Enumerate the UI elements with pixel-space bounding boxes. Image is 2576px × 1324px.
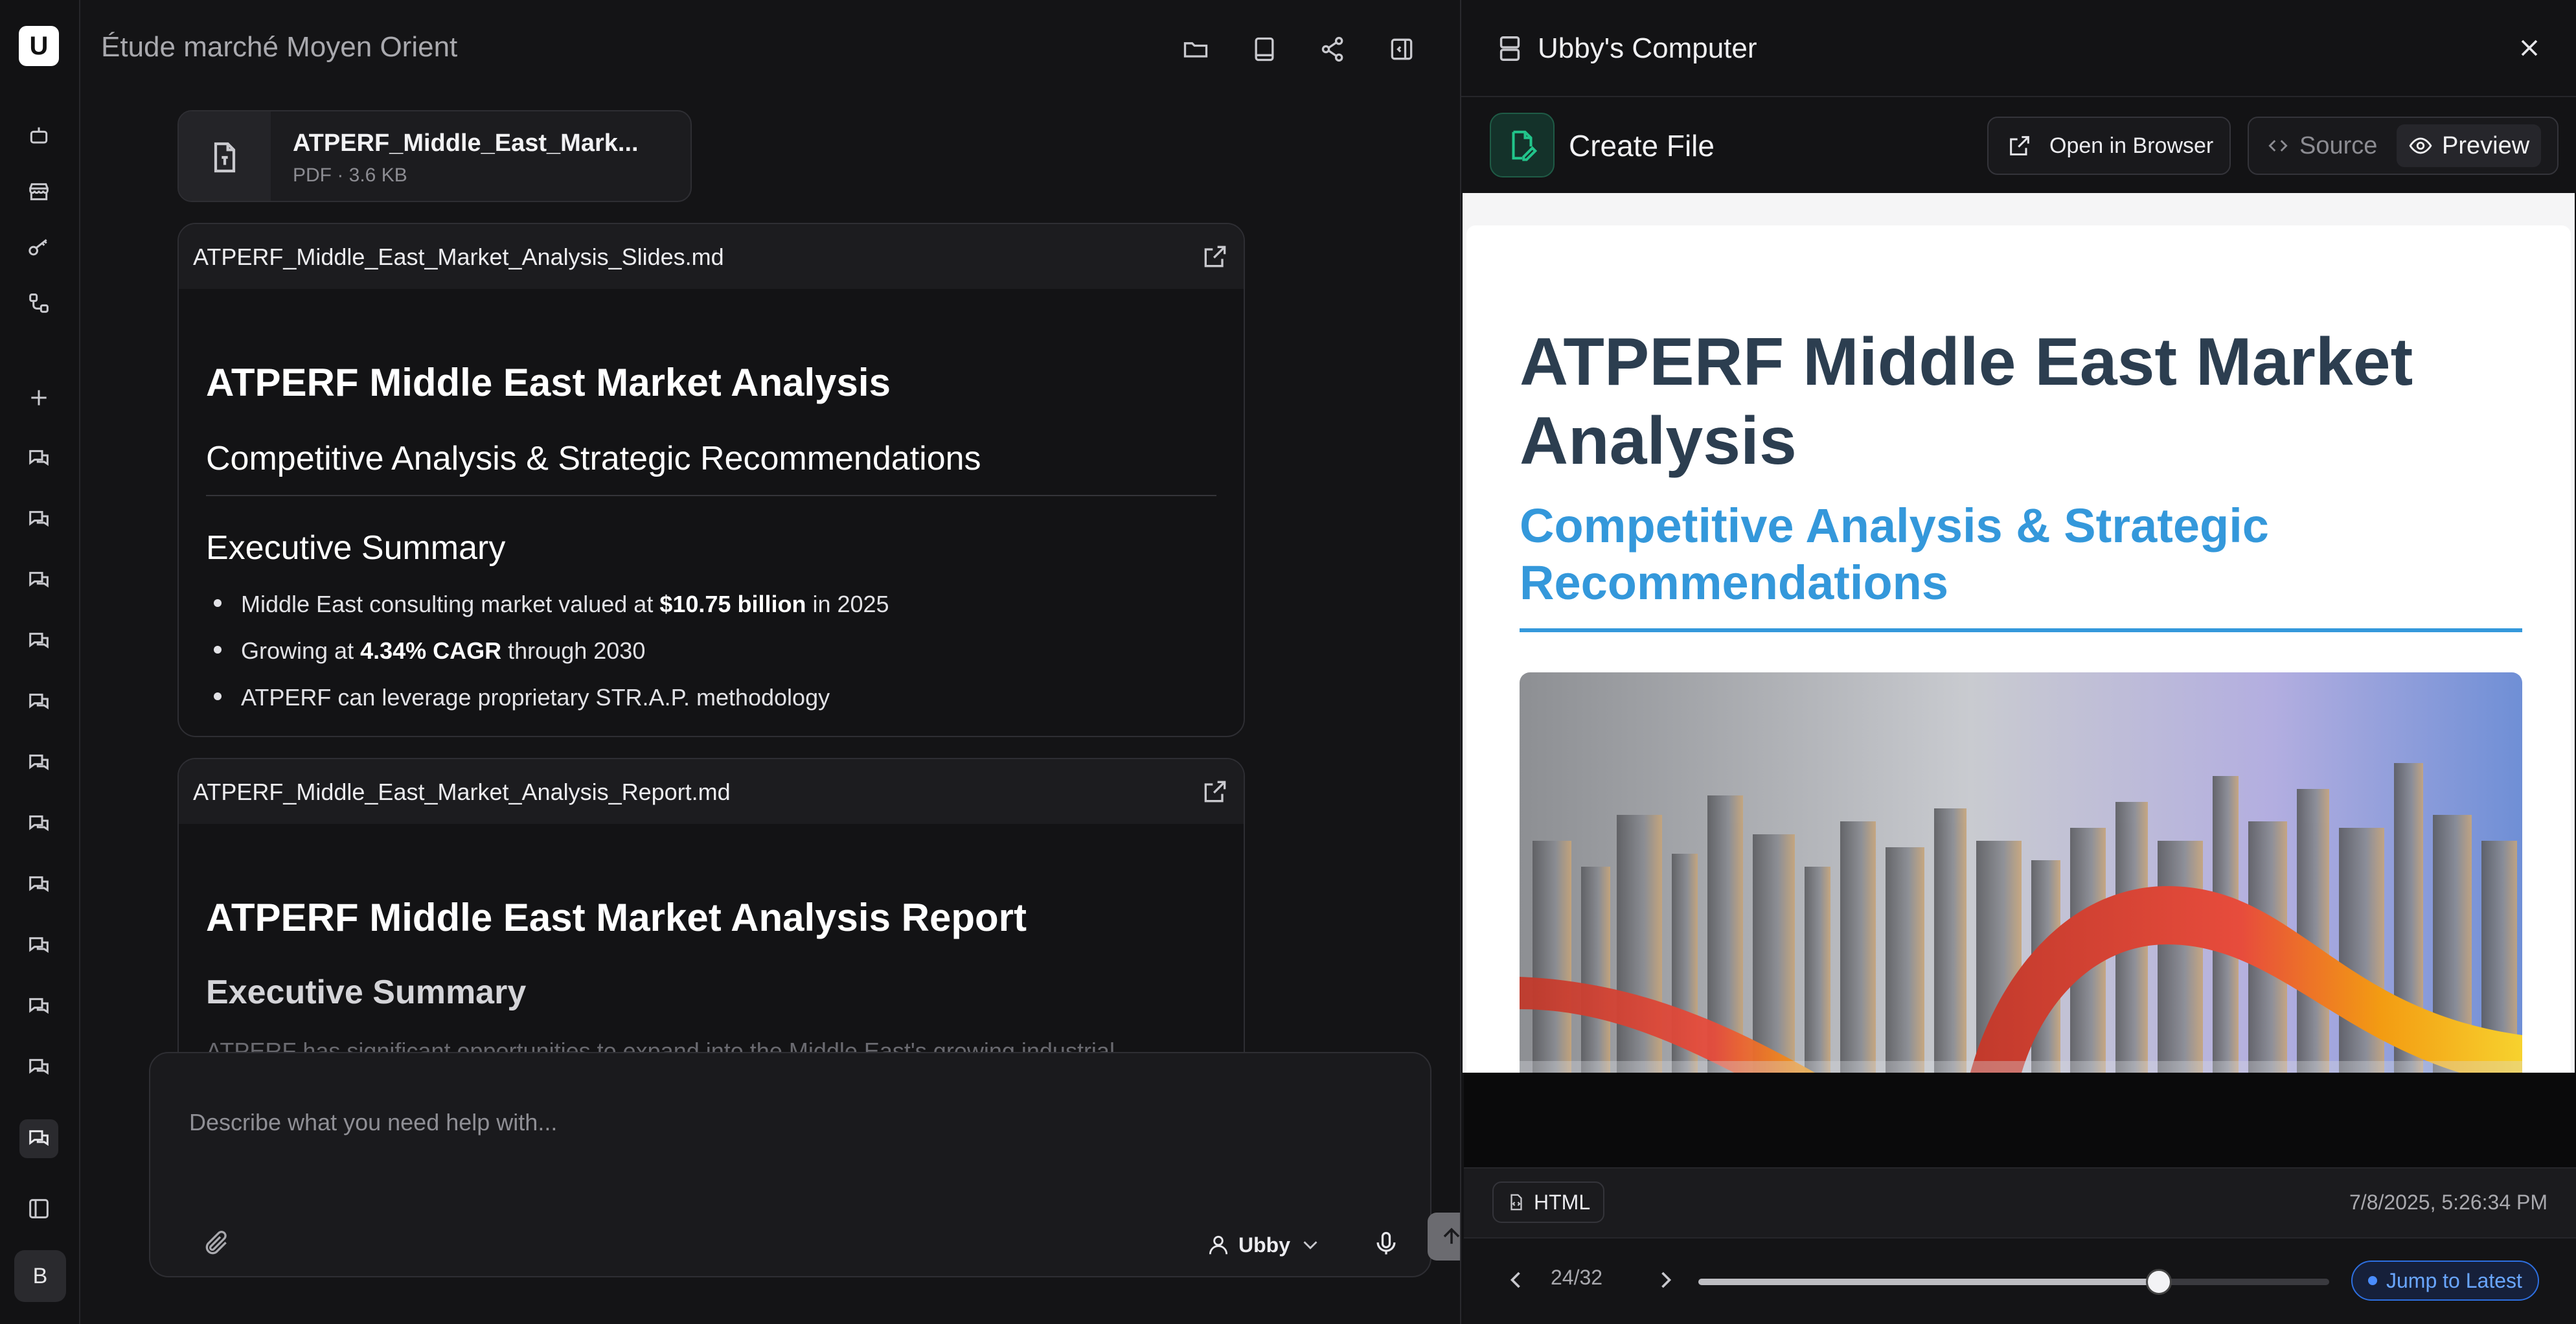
chat-history-icon[interactable] <box>19 865 58 904</box>
report-file-card: ATPERF_Middle_East_Market_Analysis_Repor… <box>177 758 1245 1082</box>
open-in-browser-label: Open in Browser <box>2049 133 2214 158</box>
conversation-title[interactable]: Étude marché Moyen Orient <box>101 31 457 63</box>
store-icon[interactable] <box>19 172 58 211</box>
chat-history-icon[interactable] <box>19 805 58 843</box>
app-logo[interactable]: U <box>19 26 59 66</box>
chat-history-icon[interactable] <box>19 744 58 782</box>
cityscape-image <box>1520 672 2522 1073</box>
file-edit-icon <box>1490 113 1555 177</box>
pdf-file-icon <box>179 111 271 201</box>
card-body: ATPERF Middle East Market Analysis Compe… <box>179 289 1244 736</box>
list-item: Growing at 4.34% CAGR through 2030 <box>214 637 645 665</box>
list-item: Middle East consulting market valued at … <box>214 591 889 618</box>
microphone-icon[interactable] <box>1372 1229 1400 1258</box>
slides-heading: ATPERF Middle East Market Analysis <box>206 361 891 404</box>
chevron-down-icon <box>1303 1241 1317 1250</box>
tab-source[interactable]: Source <box>2254 124 2389 167</box>
computer-icon <box>1499 36 1520 61</box>
tab-source-label: Source <box>2299 131 2378 159</box>
tab-preview-label: Preview <box>2442 131 2530 159</box>
action-label: Create File <box>1569 129 1715 163</box>
report-heading: ATPERF Middle East Market Analysis Repor… <box>206 896 1027 939</box>
jump-label: Jump to Latest <box>2386 1268 2522 1292</box>
agents-icon[interactable] <box>19 117 58 155</box>
book-icon[interactable] <box>1244 29 1285 70</box>
jump-to-latest-button[interactable]: Jump to Latest <box>2351 1261 2539 1301</box>
external-link-icon <box>2010 136 2029 155</box>
paperclip-icon[interactable] <box>202 1229 231 1258</box>
timeline-slider[interactable] <box>1698 1269 2329 1295</box>
open-in-browser-button[interactable]: Open in Browser <box>1987 117 2231 175</box>
panel-header: Ubby's Computer <box>1461 0 2576 97</box>
panel-status-bar: HTML 7/8/2025, 5:26:34 PM <box>1464 1167 2576 1237</box>
user-icon <box>1209 1235 1228 1255</box>
card-header: ATPERF_Middle_East_Market_Analysis_Repor… <box>179 759 1244 824</box>
card-body: ATPERF Middle East Market Analysis Repor… <box>179 824 1244 1082</box>
view-toggle: Source Preview <box>2248 117 2559 175</box>
card-filename[interactable]: ATPERF_Middle_East_Market_Analysis_Slide… <box>193 244 724 271</box>
timeline-handle[interactable] <box>2146 1269 2172 1295</box>
sidebar-toggle-icon[interactable] <box>19 1189 58 1228</box>
attachment-name: ATPERF_Middle_East_Mark... <box>293 130 639 157</box>
card-filename[interactable]: ATPERF_Middle_East_Market_Analysis_Repor… <box>193 779 731 806</box>
panel-title: Ubby's Computer <box>1538 32 1757 64</box>
close-icon[interactable] <box>2515 34 2544 62</box>
chat-history-icon[interactable] <box>19 926 58 965</box>
file-type-label: HTML <box>1534 1190 1591 1214</box>
panel-toggle-icon[interactable] <box>1381 29 1422 70</box>
timestamp: 7/8/2025, 5:26:34 PM <box>2349 1191 2548 1214</box>
chat-history-icon[interactable] <box>19 987 58 1026</box>
chat-history-icon[interactable] <box>19 561 58 600</box>
code-icon <box>2268 140 2288 152</box>
chevron-right-icon[interactable] <box>1652 1266 1680 1294</box>
slides-subheading: Competitive Analysis & Strategic Recomme… <box>206 440 981 477</box>
chat-topbar: Étude marché Moyen Orient <box>80 0 1460 97</box>
section-heading: Executive Summary <box>206 974 527 1011</box>
step-counter: 24/32 <box>1551 1266 1603 1289</box>
chat-main: Étude marché Moyen Orient ATPERF_Middle_… <box>80 0 1476 1324</box>
external-link-icon[interactable] <box>1201 242 1229 271</box>
workflow-icon[interactable] <box>19 284 58 323</box>
eye-icon <box>2409 137 2432 154</box>
preview-title: ATPERF Middle East Market Analysis <box>1520 325 2413 479</box>
chevron-left-icon[interactable] <box>1501 1266 1530 1294</box>
card-header: ATPERF_Middle_East_Market_Analysis_Slide… <box>179 224 1244 289</box>
agent-selector[interactable]: Ubby <box>1206 1229 1323 1261</box>
left-rail: U B <box>0 0 80 1324</box>
chat-history-icon[interactable] <box>19 1048 58 1087</box>
divider <box>206 495 1216 496</box>
user-avatar[interactable]: B <box>14 1250 66 1302</box>
chat-history-icon[interactable] <box>19 683 58 722</box>
agent-label: Ubby <box>1238 1233 1290 1257</box>
playback-bar: 24/32 Jump to Latest <box>1464 1237 2576 1324</box>
chat-history-icon[interactable] <box>19 439 58 478</box>
preview-rule <box>1520 628 2522 632</box>
message-input[interactable]: Describe what you need help with... <box>189 1109 557 1136</box>
preview-spacer <box>1464 1073 2576 1167</box>
app-window: U B Étude marché Moyen Orient ATPERF_Mid… <box>0 0 2576 1324</box>
file-code-icon <box>1510 1194 1522 1211</box>
attachment-chip[interactable]: ATPERF_Middle_East_Mark... PDF · 3.6 KB <box>177 110 692 202</box>
folder-icon[interactable] <box>1175 29 1216 70</box>
attachment-meta: PDF · 3.6 KB <box>293 165 407 186</box>
share-icon[interactable] <box>1312 29 1354 70</box>
message-composer[interactable]: Describe what you need help with... Ubby <box>149 1052 1476 1277</box>
timeline-progress <box>1698 1279 2160 1285</box>
new-chat-icon[interactable] <box>19 378 58 417</box>
live-dot-icon <box>2368 1276 2377 1285</box>
chat-history-icon[interactable] <box>19 500 58 539</box>
section-heading: Executive Summary <box>206 529 506 567</box>
list-item: ATPERF can leverage proprietary STR.A.P.… <box>214 684 830 711</box>
slides-file-card: ATPERF_Middle_East_Market_Analysis_Slide… <box>177 223 1245 737</box>
html-preview: ATPERF Middle East Market Analysis Compe… <box>1463 193 2575 1073</box>
key-icon[interactable] <box>19 228 58 267</box>
panel-toolbar: Create File Open in Browser Source Previ… <box>1461 97 2576 193</box>
chat-history-icon-active[interactable] <box>19 1119 58 1158</box>
tab-preview[interactable]: Preview <box>2397 124 2542 167</box>
chat-history-icon[interactable] <box>19 622 58 661</box>
preview-page: ATPERF Middle East Market Analysis Compe… <box>1466 225 2571 1073</box>
file-type-badge: HTML <box>1492 1181 1605 1223</box>
preview-subtitle: Competitive Analysis & Strategic Recomme… <box>1520 499 2269 610</box>
external-link-icon[interactable] <box>1201 777 1229 806</box>
